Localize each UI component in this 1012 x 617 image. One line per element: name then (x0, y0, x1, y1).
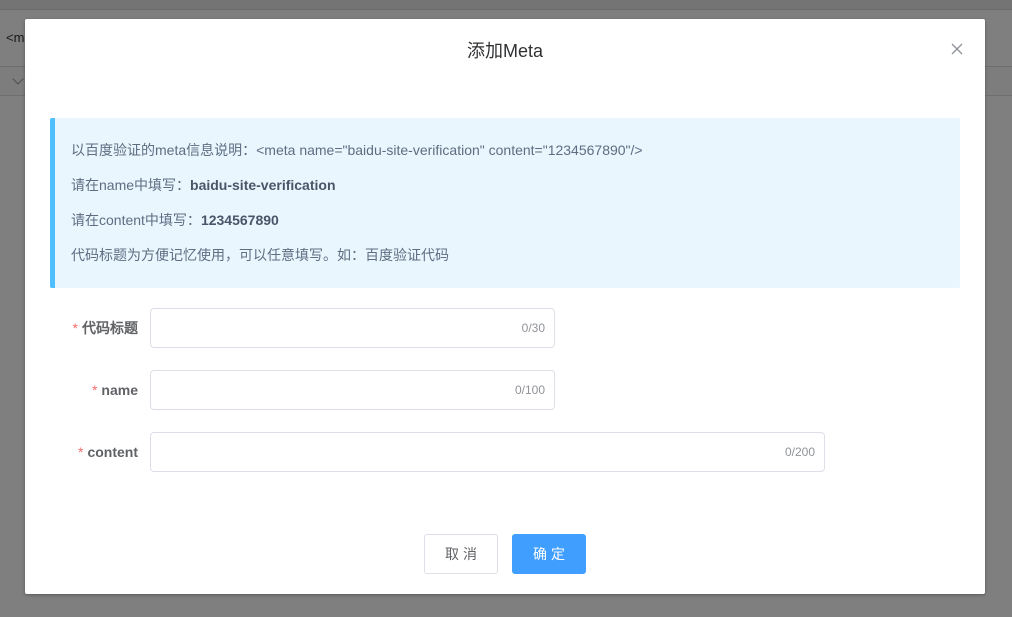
cancel-button[interactable]: 取消 (424, 534, 498, 574)
title-input[interactable] (151, 309, 554, 347)
name-char-counter: 0/100 (514, 383, 545, 397)
name-label: * name (25, 370, 138, 410)
content-label: * content (25, 432, 138, 472)
required-mark: * (91, 382, 98, 398)
info-alert: 以百度验证的meta信息说明：<meta name="baidu-site-ve… (50, 118, 960, 288)
name-input-wrapper: 0/100 (150, 370, 555, 410)
alert-line-example: 以百度验证的meta信息说明：<meta name="baidu-site-ve… (71, 142, 643, 158)
alert-content-value: 1234567890 (200, 212, 279, 228)
alert-content-prefix: 请在content中填写： (71, 212, 201, 228)
title-label-text: 代码标题 (82, 320, 138, 336)
content-input-wrapper: 0/200 (150, 432, 825, 472)
add-meta-dialog: 添加Meta 以百度验证的meta信息说明：<meta name="baidu-… (25, 19, 985, 594)
alert-line-name: 请在name中填写：baidu-site-verification (71, 175, 960, 195)
alert-name-value: baidu-site-verification (190, 177, 336, 193)
form-row-content: * content 0/200 (25, 432, 985, 472)
name-label-text: name (101, 382, 138, 398)
title-input-wrapper: 0/30 (150, 308, 555, 348)
form-row-title: * 代码标题 0/30 (25, 308, 985, 348)
alert-line-title-hint: 代码标题为方便记忆使用，可以任意填写。如：百度验证代码 (71, 247, 449, 263)
alert-name-prefix: 请在name中填写： (71, 177, 191, 193)
confirm-button[interactable]: 确定 (512, 534, 586, 574)
required-mark: * (77, 444, 84, 460)
content-char-counter: 0/200 (784, 445, 815, 459)
alert-line-content: 请在content中填写：1234567890 (71, 210, 960, 230)
required-mark: * (72, 320, 78, 336)
title-char-counter: 0/30 (521, 321, 545, 335)
close-icon (951, 43, 963, 55)
dialog-title: 添加Meta (466, 41, 544, 61)
name-input[interactable] (151, 371, 554, 409)
close-button[interactable] (947, 39, 967, 59)
title-label: * 代码标题 (25, 308, 138, 348)
content-input[interactable] (151, 433, 824, 471)
content-label-text: content (87, 444, 138, 460)
form-row-name: * name 0/100 (25, 370, 985, 410)
